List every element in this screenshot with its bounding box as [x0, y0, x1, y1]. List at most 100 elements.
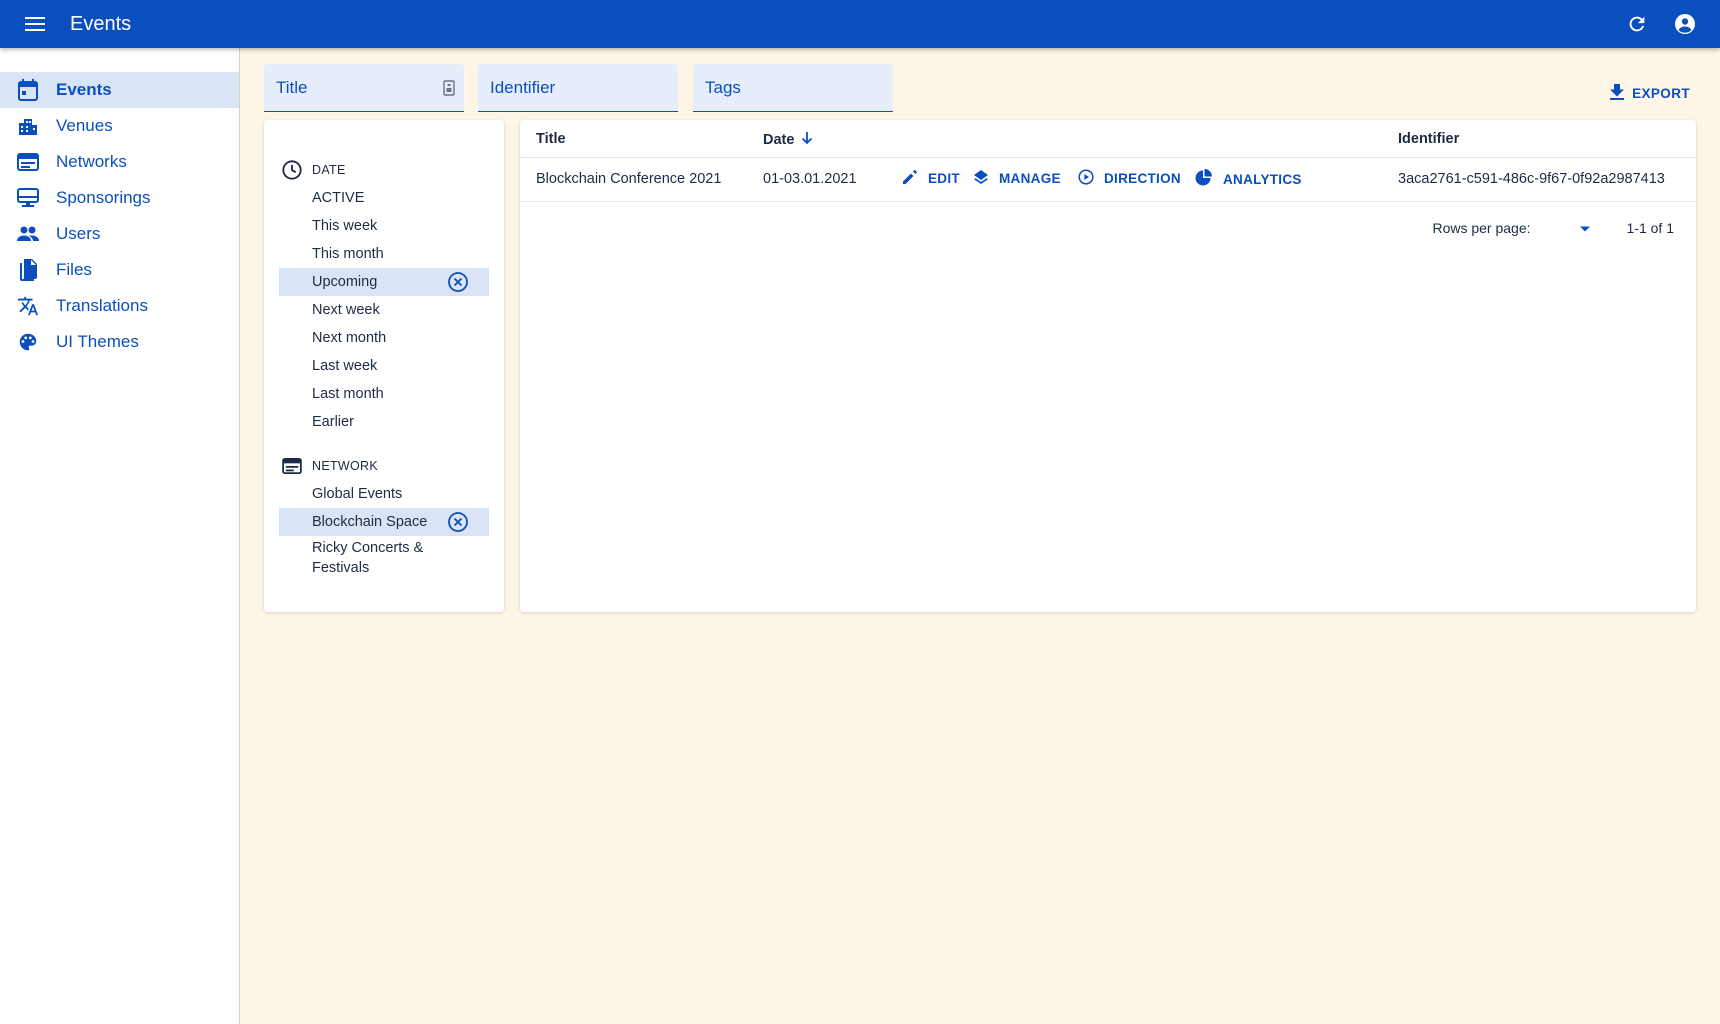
files-icon — [16, 258, 40, 282]
clear-filter-icon[interactable] — [447, 271, 469, 293]
date-option-last-month[interactable]: Last month — [279, 380, 489, 408]
export-button[interactable]: EXPORT — [1610, 84, 1690, 103]
rows-per-page-select[interactable] — [1543, 220, 1591, 236]
sidebar-item-users[interactable]: Users — [0, 216, 239, 252]
option-label: Last week — [312, 358, 378, 374]
web-icon — [280, 454, 304, 478]
pie-chart-icon — [1195, 169, 1213, 190]
pagination-range: 1-1 of 1 — [1626, 220, 1674, 236]
filter-panel: DATE ACTIVE This week This month Upcomin… — [264, 120, 504, 612]
edit-button[interactable]: EDIT — [902, 169, 960, 188]
caret-down-icon — [1579, 220, 1591, 236]
network-heading-label: NETWORK — [312, 459, 378, 473]
sidebar-item-label: Networks — [56, 152, 127, 171]
sidebar-item-label: Users — [56, 224, 101, 243]
analytics-button[interactable]: ANALYTICS — [1195, 169, 1302, 190]
tags-filter — [693, 64, 893, 112]
option-label: This week — [312, 218, 378, 234]
network-option-blockchain-space[interactable]: Blockchain Space — [279, 508, 489, 536]
edit-label: EDIT — [928, 171, 960, 186]
option-label: Blockchain Space — [312, 514, 428, 530]
app-title: Events — [70, 12, 132, 35]
analytics-label: ANALYTICS — [1223, 172, 1302, 187]
direction-label: DIRECTION — [1104, 171, 1181, 186]
sponsor-icon — [16, 186, 40, 210]
translate-icon — [16, 294, 40, 318]
option-label: This month — [312, 246, 384, 262]
option-label: Earlier — [312, 414, 354, 430]
option-label: Upcoming — [312, 274, 378, 290]
date-option-last-week[interactable]: Last week — [279, 352, 489, 380]
sidebar-item-label: Translations — [56, 296, 148, 315]
manage-button[interactable]: MANAGE — [973, 169, 1061, 188]
tags-filter-input[interactable] — [705, 77, 865, 98]
column-header-date[interactable]: Date — [763, 131, 814, 149]
network-option-ricky-concerts[interactable]: Ricky Concerts & Festivals — [279, 536, 489, 576]
title-filter-input[interactable] — [276, 77, 436, 98]
menu-icon[interactable] — [22, 11, 48, 37]
date-option-upcoming[interactable]: Upcoming — [279, 268, 489, 296]
sidebar-item-label: Venues — [56, 116, 113, 135]
date-option-next-month[interactable]: Next month — [279, 324, 489, 352]
calendar-icon — [16, 78, 40, 102]
sidebar-item-translations[interactable]: Translations — [0, 288, 239, 324]
events-table: Title Date Identifier Blockchain Confere… — [520, 120, 1696, 612]
option-label: ACTIVE — [312, 190, 365, 206]
date-option-this-month[interactable]: This month — [279, 240, 489, 268]
palette-icon — [16, 330, 40, 354]
export-label: EXPORT — [1632, 86, 1690, 101]
cell-date: 01-03.01.2021 — [763, 171, 857, 187]
column-header-title[interactable]: Title — [536, 131, 566, 147]
sidebar-item-label: UI Themes — [56, 332, 139, 351]
clear-filter-icon[interactable] — [447, 511, 469, 533]
sidebar-item-ui-themes[interactable]: UI Themes — [0, 324, 239, 360]
date-heading-label: DATE — [312, 163, 346, 177]
network-group-heading: NETWORK — [264, 452, 504, 480]
date-option-next-week[interactable]: Next week — [279, 296, 489, 324]
sidebar-item-label: Events — [56, 80, 112, 99]
network-option-global-events[interactable]: Global Events — [279, 480, 489, 508]
option-label: Next month — [312, 330, 387, 346]
column-title-label: Title — [536, 131, 566, 147]
layers-icon — [973, 169, 989, 188]
building-icon — [16, 114, 40, 138]
pencil-icon — [902, 169, 918, 188]
option-label: Last month — [312, 386, 384, 402]
date-option-this-week[interactable]: This week — [279, 212, 489, 240]
cell-title: Blockchain Conference 2021 — [536, 171, 722, 187]
sidebar-item-files[interactable]: Files — [0, 252, 239, 288]
cell-identifier: 3aca2761-c591-486c-9f67-0f92a2987413 — [1398, 171, 1665, 187]
account-icon[interactable] — [1672, 11, 1698, 37]
identifier-filter — [478, 64, 678, 112]
column-identifier-label: Identifier — [1398, 131, 1460, 147]
table-row[interactable]: Blockchain Conference 2021 01-03.01.2021… — [520, 158, 1696, 202]
option-label: Next week — [312, 302, 380, 318]
rows-per-page-label: Rows per page: — [1432, 220, 1531, 236]
download-icon — [1610, 84, 1625, 103]
option-label: Global Events — [312, 486, 403, 502]
column-date-label: Date — [763, 132, 795, 148]
sidebar-item-sponsorings[interactable]: Sponsorings — [0, 180, 239, 216]
sidebar: Events Venues Networks Sponsorings Users… — [0, 48, 240, 1024]
pagination: Rows per page: 1-1 of 1 — [1432, 220, 1674, 236]
date-group-heading: DATE — [264, 156, 504, 184]
sidebar-item-venues[interactable]: Venues — [0, 108, 239, 144]
option-label: Ricky Concerts & Festivals — [312, 540, 424, 576]
play-circle-icon — [1078, 169, 1094, 188]
sidebar-item-events[interactable]: Events — [0, 72, 239, 108]
web-icon — [16, 150, 40, 174]
refresh-icon[interactable] — [1624, 11, 1650, 37]
badge-icon[interactable] — [440, 79, 458, 97]
column-header-identifier[interactable]: Identifier — [1398, 131, 1459, 147]
date-option-earlier[interactable]: Earlier — [279, 408, 489, 436]
manage-label: MANAGE — [999, 171, 1061, 186]
direction-button[interactable]: DIRECTION — [1078, 169, 1181, 188]
date-option-active[interactable]: ACTIVE — [279, 184, 489, 212]
people-icon — [16, 222, 40, 246]
identifier-filter-input[interactable] — [490, 77, 650, 98]
title-filter — [264, 64, 464, 112]
sidebar-item-networks[interactable]: Networks — [0, 144, 239, 180]
sidebar-item-label: Sponsorings — [56, 188, 151, 207]
arrow-down-icon — [800, 131, 814, 149]
table-header: Title Date Identifier — [520, 120, 1696, 158]
